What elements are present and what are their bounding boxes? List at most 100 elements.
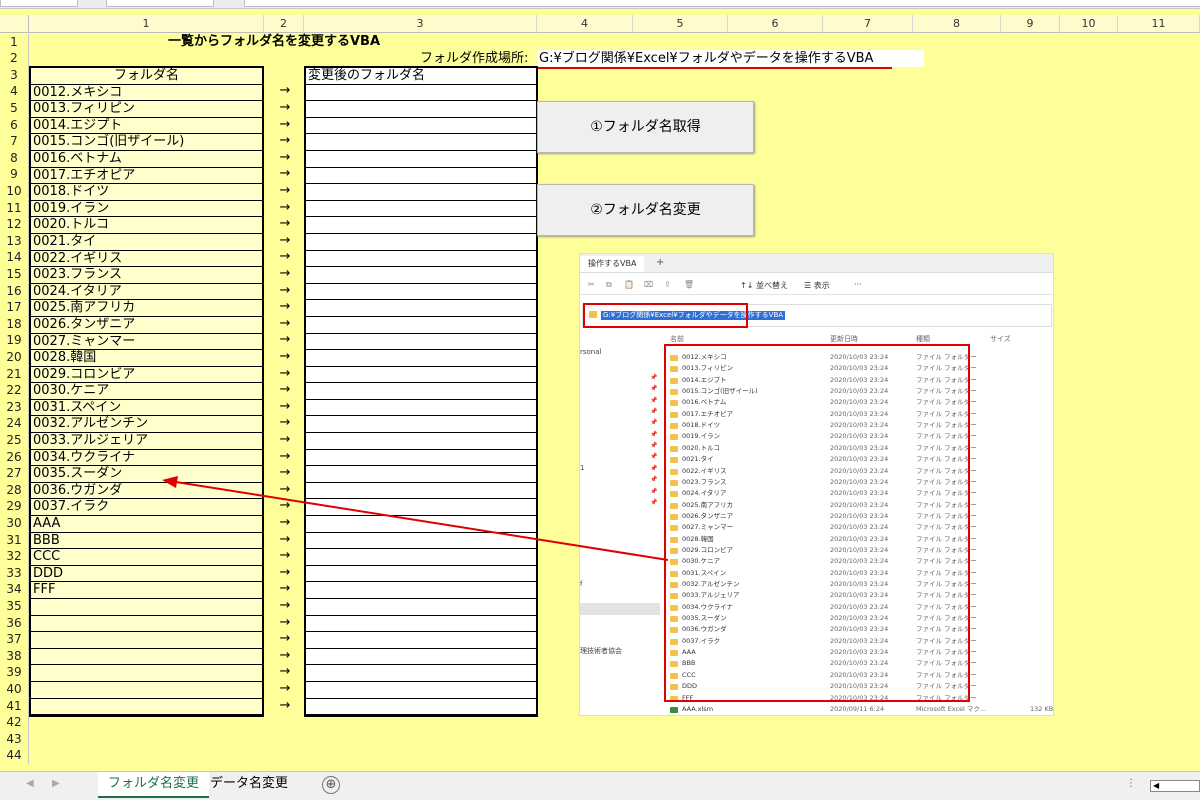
folder-name-cell[interactable] <box>31 648 262 666</box>
pin-icon[interactable]: 📌 <box>650 442 657 449</box>
row-header[interactable]: 1 <box>0 33 29 51</box>
new-name-cell[interactable] <box>306 233 536 251</box>
row-header[interactable]: 42 <box>0 714 29 731</box>
folder-name-cell[interactable]: 0026.タンザニア <box>31 316 262 334</box>
tab-prev-icon[interactable]: ◀ <box>26 778 34 789</box>
tab-folder-rename[interactable]: フォルダ名変更 <box>98 772 210 798</box>
formula-bar[interactable] <box>244 0 1200 7</box>
row-header[interactable]: 43 <box>0 730 29 748</box>
explorer-file-row[interactable]: BBB.xls2020/09/11 6:24Microsoft Excel 97… <box>670 715 960 716</box>
pin-icon[interactable]: 📌 <box>650 488 657 495</box>
horizontal-scrollbar[interactable]: ◀ <box>1150 780 1200 792</box>
view-button[interactable]: ☰ 表示 <box>804 280 830 291</box>
row-header[interactable]: 39 <box>0 664 29 681</box>
row-header[interactable]: 23 <box>0 398 29 416</box>
pin-icon[interactable]: 📌 <box>650 397 657 404</box>
paste-icon[interactable]: 📋 <box>624 280 634 289</box>
folder-name-cell[interactable] <box>31 698 262 716</box>
row-header[interactable]: 24 <box>0 415 29 432</box>
new-name-cell[interactable] <box>306 615 536 633</box>
folder-name-cell[interactable]: 0019.イラン <box>31 200 262 218</box>
folder-name-cell[interactable]: 0015.コンゴ(旧ザイール) <box>31 134 262 151</box>
row-header[interactable]: 3 <box>0 66 29 84</box>
folder-name-cell[interactable]: 0014.エジプト <box>31 117 262 135</box>
new-name-cell[interactable] <box>306 267 536 284</box>
folder-name-cell[interactable]: 0028.韓国 <box>31 350 262 367</box>
column-header[interactable]: 1 <box>29 15 264 33</box>
folder-name-cell[interactable]: 0037.イラク <box>31 499 262 517</box>
row-header[interactable]: 41 <box>0 697 29 715</box>
column-header[interactable]: 5 <box>633 15 728 33</box>
row-header[interactable]: 6 <box>0 116 29 134</box>
column-header[interactable]: 4 <box>537 15 633 33</box>
sidebar-item[interactable]: 理技術者協会 <box>580 646 622 656</box>
row-header[interactable]: 4 <box>0 83 29 100</box>
row-header[interactable]: 26 <box>0 448 29 466</box>
new-name-cell[interactable] <box>306 449 536 467</box>
new-name-cell[interactable] <box>306 632 536 649</box>
new-name-cell[interactable] <box>306 366 536 384</box>
pin-icon[interactable]: 📌 <box>650 499 657 506</box>
column-header[interactable]: 6 <box>728 15 823 33</box>
row-header[interactable]: 9 <box>0 166 29 183</box>
add-sheet-icon[interactable]: ⊕ <box>322 776 340 794</box>
row-header[interactable]: 2 <box>0 50 29 67</box>
row-header[interactable]: 38 <box>0 647 29 665</box>
row-header[interactable]: 18 <box>0 315 29 333</box>
row-header[interactable]: 34 <box>0 581 29 598</box>
folder-name-cell[interactable]: 0020.トルコ <box>31 217 262 234</box>
new-name-cell[interactable] <box>306 648 536 666</box>
folder-name-cell[interactable]: 0021.タイ <box>31 233 262 251</box>
row-header[interactable]: 8 <box>0 149 29 167</box>
row-header[interactable]: 11 <box>0 199 29 217</box>
row-header[interactable]: 16 <box>0 282 29 300</box>
new-name-cell[interactable] <box>306 167 536 185</box>
folder-name-cell[interactable] <box>31 681 262 699</box>
folder-name-cell[interactable]: 0023.フランス <box>31 267 262 284</box>
folder-name-cell[interactable]: 0013.フィリピン <box>31 101 262 118</box>
new-name-cell[interactable] <box>306 350 536 367</box>
new-name-cell[interactable] <box>306 84 536 102</box>
folder-name-cell[interactable]: 0025.南アフリカ <box>31 300 262 317</box>
new-name-cell[interactable] <box>306 516 536 533</box>
new-name-cell[interactable] <box>306 599 536 616</box>
new-name-cell[interactable] <box>306 184 536 201</box>
new-name-cell[interactable] <box>306 499 536 517</box>
column-header[interactable]: 9 <box>1001 15 1060 33</box>
delete-icon[interactable]: 🗑 <box>684 280 694 289</box>
column-header[interactable]: 3 <box>304 15 537 33</box>
new-name-cell[interactable] <box>306 101 536 118</box>
sidebar-item[interactable]: 1 <box>580 464 584 472</box>
row-header[interactable]: 32 <box>0 548 29 565</box>
new-name-cell[interactable] <box>306 399 536 417</box>
pin-icon[interactable]: 📌 <box>650 476 657 483</box>
folder-name-header[interactable]: フォルダ名 <box>31 68 262 85</box>
explorer-tab[interactable]: 操作するVBA <box>580 256 645 272</box>
row-header[interactable]: 35 <box>0 597 29 615</box>
folder-name-cell[interactable]: 0012.メキシコ <box>31 84 262 102</box>
new-name-cell[interactable] <box>306 433 536 450</box>
new-name-cell[interactable] <box>306 681 536 699</box>
column-header[interactable]: 2 <box>264 15 304 33</box>
explorer-col-size[interactable]: サイズ <box>990 334 1011 344</box>
column-header[interactable]: 8 <box>913 15 1001 33</box>
row-header[interactable]: 36 <box>0 614 29 632</box>
folder-name-cell[interactable]: 0035.スーダン <box>31 466 262 483</box>
new-name-cell[interactable] <box>306 482 536 500</box>
row-header[interactable]: 25 <box>0 431 29 449</box>
folder-name-cell[interactable]: AAA <box>31 516 262 533</box>
new-name-cell[interactable] <box>306 300 536 317</box>
folder-name-cell[interactable]: 0030.ケニア <box>31 383 262 400</box>
row-header[interactable]: 12 <box>0 216 29 233</box>
folder-name-cell[interactable]: 0018.ドイツ <box>31 184 262 201</box>
new-name-cell[interactable] <box>306 117 536 135</box>
explorer-col-date[interactable]: 更新日時 <box>830 334 858 344</box>
folder-name-cell[interactable]: 0029.コロンビア <box>31 366 262 384</box>
row-header[interactable]: 27 <box>0 465 29 482</box>
get-folder-names-button[interactable]: ①フォルダ名取得 <box>537 101 754 153</box>
row-header[interactable]: 30 <box>0 514 29 532</box>
row-header[interactable]: 15 <box>0 265 29 283</box>
new-name-cell[interactable] <box>306 549 536 566</box>
rename-icon[interactable]: ⌧ <box>644 280 653 289</box>
new-folder-name-header[interactable]: 変更後のフォルダ名 <box>306 68 536 85</box>
